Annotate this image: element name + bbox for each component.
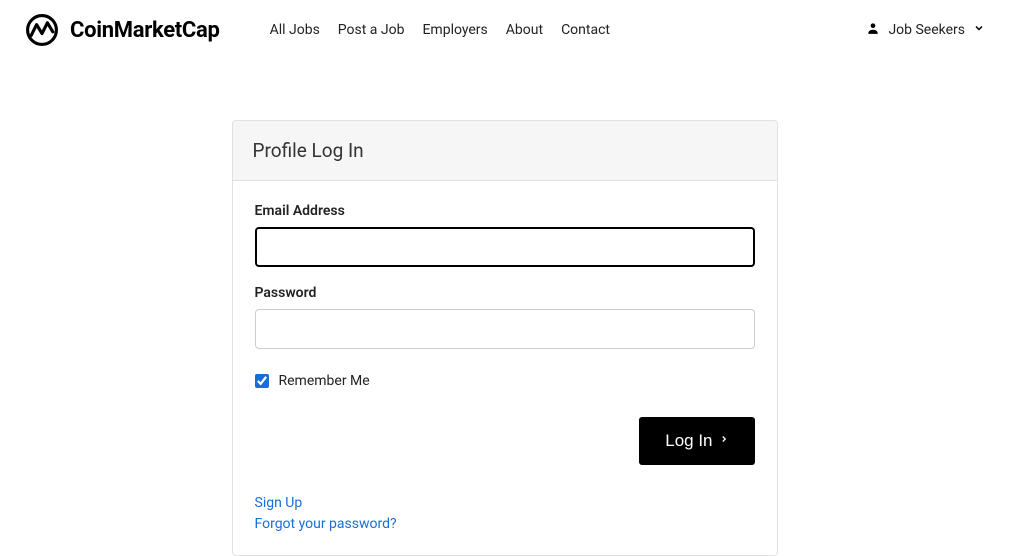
forgot-password-link[interactable]: Forgot your password? [255, 514, 755, 535]
password-label: Password [255, 285, 755, 301]
login-button[interactable]: Log In [639, 417, 754, 465]
auth-links: Sign Up Forgot your password? [255, 493, 755, 535]
nav-contact[interactable]: Contact [561, 22, 610, 38]
nav-about[interactable]: About [506, 22, 543, 38]
logo-text: CoinMarketCap [70, 18, 220, 43]
nav-employers[interactable]: Employers [422, 22, 487, 38]
user-menu[interactable]: Job Seekers [866, 21, 985, 39]
login-card: Profile Log In Email Address Password Re… [232, 120, 778, 556]
header-left: CoinMarketCap All Jobs Post a Job Employ… [24, 12, 610, 48]
button-row: Log In [255, 417, 755, 465]
nav-post-a-job[interactable]: Post a Job [338, 22, 405, 38]
header: CoinMarketCap All Jobs Post a Job Employ… [0, 0, 1009, 60]
remember-me-row: Remember Me [255, 373, 755, 389]
signup-link[interactable]: Sign Up [255, 493, 755, 514]
user-icon [866, 21, 880, 39]
remember-me-checkbox[interactable] [255, 374, 269, 388]
user-menu-label: Job Seekers [888, 22, 965, 38]
email-field[interactable] [255, 227, 755, 267]
email-label: Email Address [255, 203, 755, 219]
nav-all-jobs[interactable]: All Jobs [270, 22, 320, 38]
chevron-down-icon [973, 22, 985, 38]
card-title: Profile Log In [233, 121, 777, 181]
email-group: Email Address [255, 203, 755, 267]
primary-nav: All Jobs Post a Job Employers About Cont… [270, 22, 610, 38]
password-group: Password [255, 285, 755, 349]
remember-me-label: Remember Me [279, 373, 370, 389]
chevron-right-icon [719, 431, 729, 451]
password-field[interactable] [255, 309, 755, 349]
logo[interactable]: CoinMarketCap [24, 12, 220, 48]
coinmarketcap-logo-icon [24, 12, 60, 48]
card-body: Email Address Password Remember Me Log I… [233, 181, 777, 555]
login-button-label: Log In [665, 431, 712, 451]
